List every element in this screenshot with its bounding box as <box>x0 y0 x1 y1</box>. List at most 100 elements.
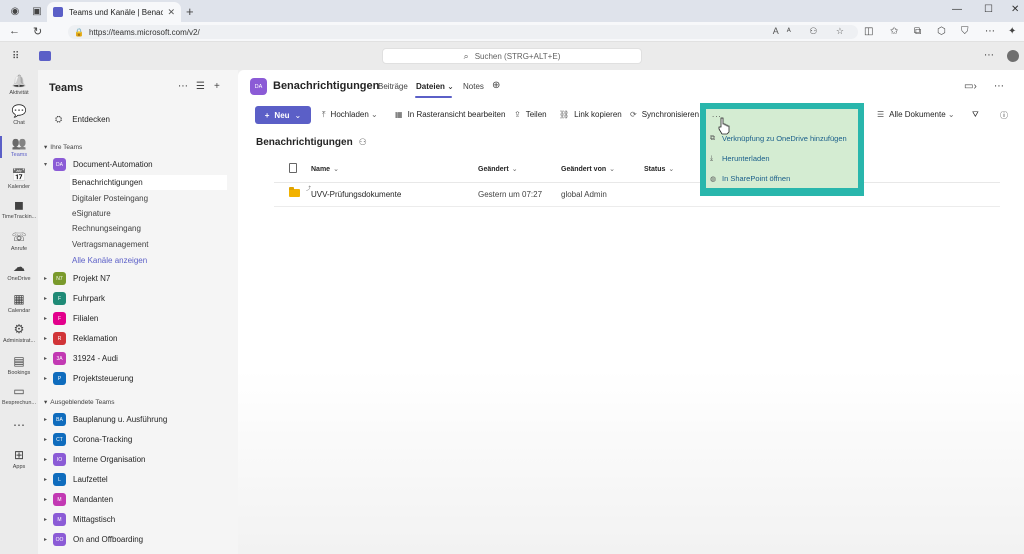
team-avatar: CT <box>53 433 66 446</box>
menu-open-sharepoint[interactable]: ◍ In SharePoint öffnen <box>710 174 790 183</box>
team-item[interactable]: ▸ OO On and Offboarding <box>44 531 234 548</box>
rail-item-more[interactable]: ⋯ <box>0 418 38 448</box>
channel-item[interactable]: Rechnungseingang <box>70 221 227 236</box>
teams-logo-icon <box>39 51 51 61</box>
team-item[interactable]: ▸ F Filialen <box>44 310 234 327</box>
add-icon[interactable]: + <box>214 81 220 92</box>
rail-item-video[interactable]: ▭ Besprechun... <box>0 384 38 414</box>
user-avatar[interactable] <box>1007 50 1019 62</box>
rail-label: Kalender <box>7 184 31 190</box>
rail-item-admin[interactable]: ⚙ Administrat... <box>0 322 38 352</box>
rail-item-cloud[interactable]: ☁ OneDrive <box>0 260 38 290</box>
info-icon[interactable]: ⓘ <box>1000 110 1008 121</box>
chevron-right-icon: ▸ <box>44 537 48 543</box>
menu-download[interactable]: ⤓ Herunterladen <box>710 154 770 163</box>
lock-icon[interactable]: 🔒 <box>74 28 84 37</box>
team-item[interactable]: ▸ F Fuhrpark <box>44 290 234 307</box>
members-icon[interactable]: ⚇ <box>359 137 367 147</box>
more-options-icon[interactable]: ⋯ <box>984 50 994 61</box>
channel-more-icon[interactable]: ⋯ <box>994 81 1004 92</box>
rail-item-bookings[interactable]: ▤ Bookings <box>0 354 38 384</box>
app-launcher-icon[interactable]: ⠿ <box>12 51 19 62</box>
section-hidden-teams[interactable]: ▾ Ausgeblendete Teams <box>44 398 114 406</box>
section-own-teams[interactable]: ▾ Ihre Teams <box>44 143 82 151</box>
rail-item-bell[interactable]: 🔔 Aktivität <box>0 74 38 104</box>
row-name[interactable]: UVV-Prüfungsdokumente <box>311 190 401 199</box>
sync-button[interactable]: ⟳ Synchronisieren <box>630 110 699 119</box>
maximize-icon[interactable]: ☐ <box>984 4 993 15</box>
tab-dateien[interactable]: Dateien ⌄ <box>416 82 454 91</box>
show-all-channels-link[interactable]: Alle Kanäle anzeigen <box>70 253 227 268</box>
all-documents-dropdown[interactable]: ☰ Alle Dokumente ⌄ <box>877 110 955 119</box>
channel-item[interactable]: Digitaler Posteingang <box>70 191 227 206</box>
browser-tab-teams[interactable]: Teams und Kanäle | Benachrichtigu ✕ <box>47 2 181 22</box>
extensions-icon[interactable]: ⬡ <box>937 26 946 37</box>
meet-video-icon[interactable]: ▭› <box>964 81 977 92</box>
tab-beitraege[interactable]: Beiträge <box>378 82 408 91</box>
channel-item[interactable]: Benachrichtigungen <box>70 175 227 190</box>
column-modified[interactable]: Geändert ⌄ <box>478 165 518 173</box>
tab-actions-icon[interactable]: ▣ <box>30 4 44 18</box>
minimize-icon[interactable]: — <box>952 4 962 15</box>
close-tab-icon[interactable]: ✕ <box>167 7 175 18</box>
upload-button[interactable]: ⤒ Hochladen ⌄ <box>322 110 378 120</box>
menu-add-shortcut-onedrive[interactable]: ⧉ Verknüpfung zu OneDrive hinzufügen <box>710 134 847 143</box>
channel-item[interactable]: Vertragsmanagement <box>70 237 227 252</box>
rail-item-phone[interactable]: ☏ Anrufe <box>0 230 38 260</box>
team-item[interactable]: ▸ CT Corona-Tracking <box>44 431 234 448</box>
chevron-down-icon: ⌄ <box>333 166 339 173</box>
rail-item-calendar[interactable]: 📅 Kalender <box>0 168 38 198</box>
copilot-icon[interactable]: ✦ <box>1008 26 1016 37</box>
rail-item-timetracking[interactable]: ◼ TimeTrackin... <box>0 198 38 228</box>
new-button[interactable]: + Neu ⌄ <box>255 106 311 124</box>
team-item[interactable]: ▸ IO Interne Organisation <box>44 451 234 468</box>
copy-link-button[interactable]: ⛓ Link kopieren <box>559 110 622 119</box>
back-icon[interactable]: ← <box>9 25 20 37</box>
hand-cursor-icon <box>718 117 730 135</box>
filter-icon[interactable]: ⛛ <box>972 110 979 120</box>
rail-item-apps[interactable]: ⊞ Apps <box>0 448 38 478</box>
team-avatar: P <box>53 372 66 385</box>
channel-item[interactable]: eSignature <box>70 206 227 221</box>
close-window-icon[interactable]: ✕ <box>1011 4 1019 15</box>
column-modified-by[interactable]: Geändert von ⌄ <box>561 165 615 173</box>
column-status[interactable]: Status ⌄ <box>644 165 674 173</box>
rail-item-calendar-grid[interactable]: ▦ Calendar <box>0 292 38 322</box>
folder-icon <box>289 187 300 197</box>
team-item[interactable]: ▸ 3A 31924 - Audi <box>44 350 234 367</box>
grid-edit-button[interactable]: ▦ In Rasteransicht bearbeiten <box>395 110 505 119</box>
team-item[interactable]: ▸ M Mandanten <box>44 491 234 508</box>
new-tab-icon[interactable]: + <box>186 4 194 19</box>
timetracking-icon: ◼ <box>14 198 24 212</box>
team-item[interactable]: ▸ N7 Projekt N7 <box>44 270 234 287</box>
add-tab-icon[interactable]: ⊕ <box>492 80 500 91</box>
settings-more-icon[interactable]: ⋯ <box>985 26 995 37</box>
team-item[interactable]: ▸ L Laufzettel <box>44 471 234 488</box>
shield-icon[interactable]: ⛉ <box>961 26 969 37</box>
more-icon[interactable]: ⋯ <box>178 81 188 92</box>
rail-item-chat[interactable]: 💬 Chat <box>0 104 38 134</box>
team-item[interactable]: ▸ R Reklamation <box>44 330 234 347</box>
team-item[interactable]: ▾ DA Document-Automation <box>44 156 234 173</box>
header-divider <box>274 182 1000 183</box>
team-avatar: IO <box>53 453 66 466</box>
filter-icon[interactable]: ☰ <box>196 81 205 92</box>
column-name[interactable]: Name ⌄ <box>311 165 339 173</box>
favorites-icon[interactable]: ✩ <box>890 26 898 37</box>
search-input[interactable]: ⌕ Suchen (STRG+ALT+E) <box>382 48 642 64</box>
rail-item-teams[interactable]: 👥 Teams <box>0 136 38 166</box>
shortcut-icon: ⧉ <box>710 134 715 142</box>
team-name: Interne Organisation <box>73 455 146 464</box>
url-field[interactable]: 🔒 https://teams.microsoft.com/v2/ Aᴬ ⚇ ☆ <box>68 25 858 39</box>
refresh-icon[interactable]: ↻ <box>33 25 42 38</box>
team-item[interactable]: ▸ M Mittagstisch <box>44 511 234 528</box>
share-button[interactable]: ⇪ Teilen <box>514 110 547 119</box>
team-item[interactable]: ▸ BA Bauplanung u. Ausführung <box>44 411 234 428</box>
browser-profile-icon[interactable]: ◉ <box>8 4 22 18</box>
tab-notes[interactable]: Notes <box>463 82 484 91</box>
files-toolbar: + Neu ⌄ ⤒ Hochladen ⌄ ▦ In Rasteransicht b… <box>238 105 1024 125</box>
split-screen-icon[interactable]: ◫ <box>864 26 873 37</box>
collections-icon[interactable]: ⧉ <box>914 26 921 37</box>
team-item[interactable]: ▸ P Projektsteuerung <box>44 370 234 387</box>
discover-button[interactable]: ⛭ Entdecken <box>55 114 110 125</box>
